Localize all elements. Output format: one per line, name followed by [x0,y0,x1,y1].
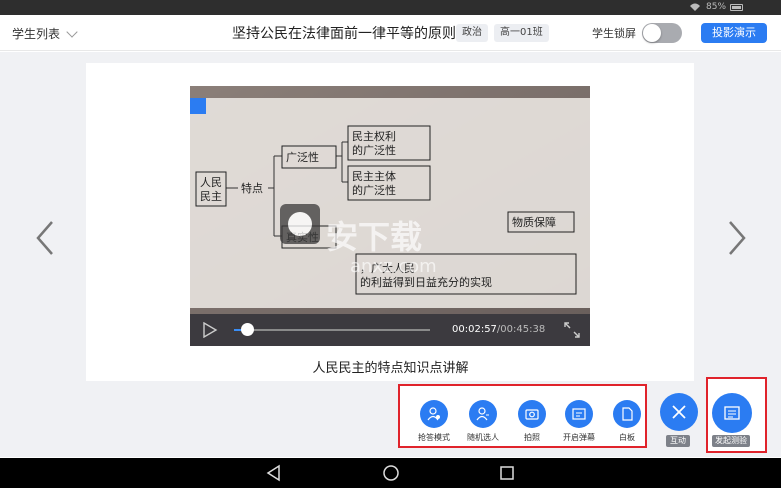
interaction-label: 互动 [666,435,690,447]
tool-label: 开启弹幕 [563,433,595,442]
system-nav-bar [0,458,781,488]
close-icon [672,405,686,419]
video-frame: 人民 民主 特点 广泛性 民主权利 的广泛性 民主主体 的广泛性 真实性 物质保… [190,86,590,314]
student-list-dropdown[interactable]: 学生列表 [12,25,78,42]
recents-icon[interactable] [498,464,516,482]
video-player[interactable]: 人民 民主 特点 广泛性 民主权利 的广泛性 民主主体 的广泛性 真实性 物质保… [190,86,590,346]
fullscreen-icon[interactable] [564,322,580,338]
current-time: 00:02:57 [452,324,497,335]
svg-text:物质保障: 物质保障 [512,215,556,229]
progress-thumb[interactable] [240,323,254,336]
screen-lock-toggle[interactable] [642,23,682,43]
play-icon[interactable] [202,322,218,338]
svg-text:anxz.com: anxz.com [350,256,437,277]
svg-text:民主权利: 民主权利 [352,130,396,143]
student-list-label: 学生列表 [12,27,61,41]
svg-text:的广泛性: 的广泛性 [352,183,396,197]
svg-text:广泛性: 广泛性 [286,150,319,164]
user-badge-icon [420,400,448,428]
svg-text:民主: 民主 [200,190,222,203]
home-icon[interactable] [382,464,400,482]
header: 学生列表 坚持公民在法律面前一律平等的原则 政治 高一01班 学生锁屏 投影演示 [0,15,781,51]
tool-label: 白板 [619,433,635,442]
video-progress-bar[interactable] [234,323,430,336]
previous-arrow-icon[interactable] [26,216,66,260]
page-title: 坚持公民在法律面前一律平等的原则 [232,26,456,42]
tool-danmaku[interactable]: 开启弹幕 [557,400,601,443]
svg-text:的利益得到日益充分的实现: 的利益得到日益充分的实现 [360,275,492,289]
video-time: 00:02:57/00:45:38 [452,324,545,335]
back-icon[interactable] [265,464,283,482]
tool-whiteboard[interactable]: 白板 [605,400,649,443]
tool-label: 拍照 [524,433,540,442]
toggle-knob [643,24,661,42]
tool-photo[interactable]: 拍照 [510,400,554,443]
tool-quick-answer[interactable]: 抢答模式 [412,400,456,443]
svg-text:特点: 特点 [241,181,263,195]
next-arrow-icon[interactable] [716,216,756,260]
class-tag: 高一01班 [494,24,549,42]
interaction-close-button[interactable] [660,393,698,431]
app-screen: 85% 学生列表 坚持公民在法律面前一律平等的原则 政治 高一01班 学生锁屏 … [0,0,781,488]
battery-percent: 85% [706,2,727,12]
video-caption: 人民民主的特点知识点讲解 [312,361,469,376]
tool-label: 抢答模式 [418,433,450,442]
projection-button[interactable]: 投影演示 [701,23,767,43]
svg-text:的广泛性: 的广泛性 [352,143,396,157]
tool-random-pick[interactable]: 随机选人 [461,400,505,443]
tool-label: 随机选人 [467,433,499,442]
start-quiz-button[interactable] [712,393,752,433]
start-quiz-label: 发起测验 [712,435,750,447]
svg-text:安下载: 安下载 [326,218,422,256]
user-icon [469,400,497,428]
interaction-toolbar: 抢答模式 随机选人 拍照 开启弹幕 白板 [398,384,647,448]
quiz-icon [724,406,740,420]
total-time: /00:45:38 [496,324,546,335]
svg-text:民主主体: 民主主体 [352,169,396,183]
video-controls: 00:02:57/00:45:38 [190,314,590,346]
svg-text:人民: 人民 [200,176,222,189]
document-icon [613,400,641,428]
subject-tag: 政治 [456,24,488,42]
status-bar: 85% [0,0,781,15]
wifi-icon [690,3,700,11]
chevron-down-icon [66,25,78,38]
chat-icon [565,400,593,428]
battery-icon [730,4,743,11]
camera-icon [518,400,546,428]
screen-lock-label: 学生锁屏 [592,27,636,40]
